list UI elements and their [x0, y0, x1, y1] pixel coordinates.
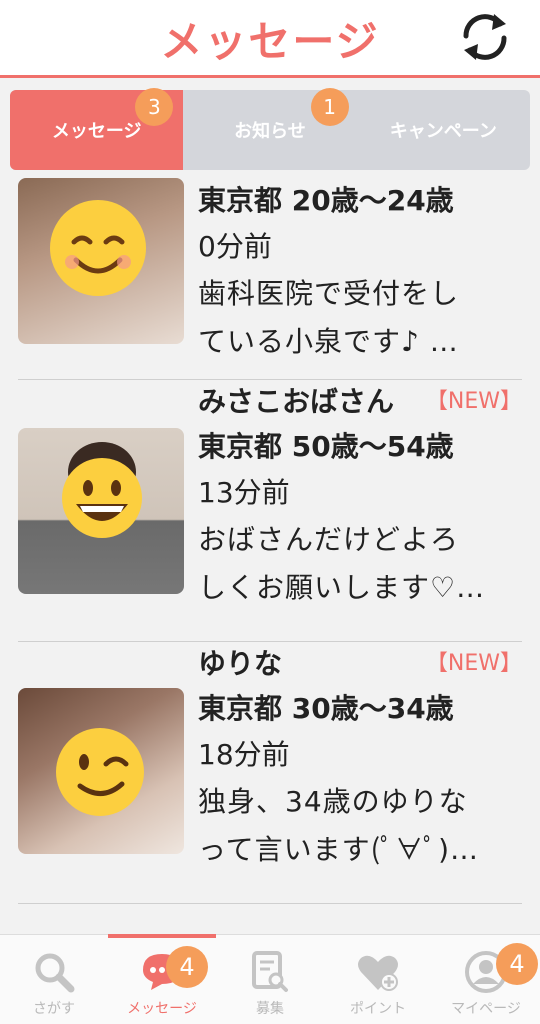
- message-preview-line2: って言います(ﾟ∀ﾟ)…: [198, 833, 479, 866]
- location-age: 東京都 50歳〜54歳: [198, 430, 454, 463]
- message-row[interactable]: みさこおばさん 【NEW】 東京都 50歳〜54歳 13分前 おばさんだけどよろ…: [18, 380, 522, 642]
- nav-label: ポイント: [350, 1001, 406, 1017]
- tab-campaign[interactable]: キャンペーン: [357, 90, 530, 170]
- nav-recruit[interactable]: 募集: [216, 935, 324, 1024]
- nav-badge: 4: [496, 943, 538, 985]
- nav-search[interactable]: さがす: [0, 935, 108, 1024]
- tab-notices[interactable]: お知らせ 1: [183, 88, 356, 170]
- message-preview-line1: おばさんだけどよろ: [198, 523, 460, 556]
- tab-label: お知らせ: [234, 121, 306, 142]
- nav-label: さがす: [33, 1001, 75, 1017]
- nav-label: マイページ: [451, 1001, 521, 1017]
- new-badge: 【NEW】: [425, 389, 522, 414]
- message-row[interactable]: ゆりな 【NEW】 東京都 30歳〜34歳 18分前 独身、34歳のゆりな って…: [18, 642, 522, 904]
- tab-label: キャンペーン: [389, 121, 497, 142]
- tab-badge: 3: [135, 88, 174, 126]
- nav-label: 募集: [256, 1001, 284, 1017]
- winking-face-icon: [56, 728, 144, 816]
- message-time: 0分前: [198, 230, 272, 263]
- tab-label: メッセージ: [51, 121, 142, 142]
- avatar: [18, 688, 184, 854]
- message-preview-line1: 独身、34歳のゆりな: [198, 785, 468, 818]
- grinning-face-icon: [62, 442, 142, 538]
- tab-badge: 1: [310, 88, 349, 126]
- nav-points[interactable]: ポイント: [324, 935, 432, 1024]
- message-row[interactable]: 東京都 20歳〜24歳 0分前 歯科医院で受付をし ている小泉です♪ …: [18, 178, 522, 380]
- message-time: 18分前: [198, 738, 290, 771]
- document-search-icon: [252, 951, 288, 992]
- message-tabs: メッセージ 3 お知らせ 1 キャンペーン: [10, 88, 530, 170]
- tab-messages[interactable]: メッセージ 3: [10, 88, 184, 170]
- message-preview-line2: しくお願いします♡…: [198, 571, 486, 604]
- nav-label: メッセージ: [127, 1001, 197, 1017]
- message-time: 13分前: [198, 476, 290, 509]
- app-header: メッセージ: [0, 0, 540, 78]
- sender-name: ゆりな: [198, 647, 283, 680]
- nav-badge: 4: [166, 946, 208, 988]
- heart-plus-icon: [358, 955, 398, 991]
- avatar: [18, 428, 184, 594]
- location-age: 東京都 30歳〜34歳: [198, 692, 454, 725]
- sender-name: みさこおばさん: [198, 385, 395, 418]
- message-preview-line2: ている小泉です♪ …: [198, 325, 459, 358]
- smiling-face-icon: [50, 200, 146, 296]
- bottom-nav: さがす 4 メッセージ 募集 ポイント 4 マイページ: [0, 934, 540, 1024]
- message-preview-line1: 歯科医院で受付をし: [198, 277, 460, 310]
- avatar: [18, 178, 184, 344]
- search-icon: [35, 953, 75, 993]
- nav-mypage[interactable]: 4 マイページ: [432, 935, 540, 1024]
- refresh-icon[interactable]: [454, 6, 516, 68]
- message-list[interactable]: 東京都 20歳〜24歳 0分前 歯科医院で受付をし ている小泉です♪ … みさこ…: [0, 178, 540, 934]
- nav-messages[interactable]: 4 メッセージ: [108, 934, 216, 1024]
- location-age: 東京都 20歳〜24歳: [198, 184, 454, 217]
- new-badge: 【NEW】: [425, 651, 522, 676]
